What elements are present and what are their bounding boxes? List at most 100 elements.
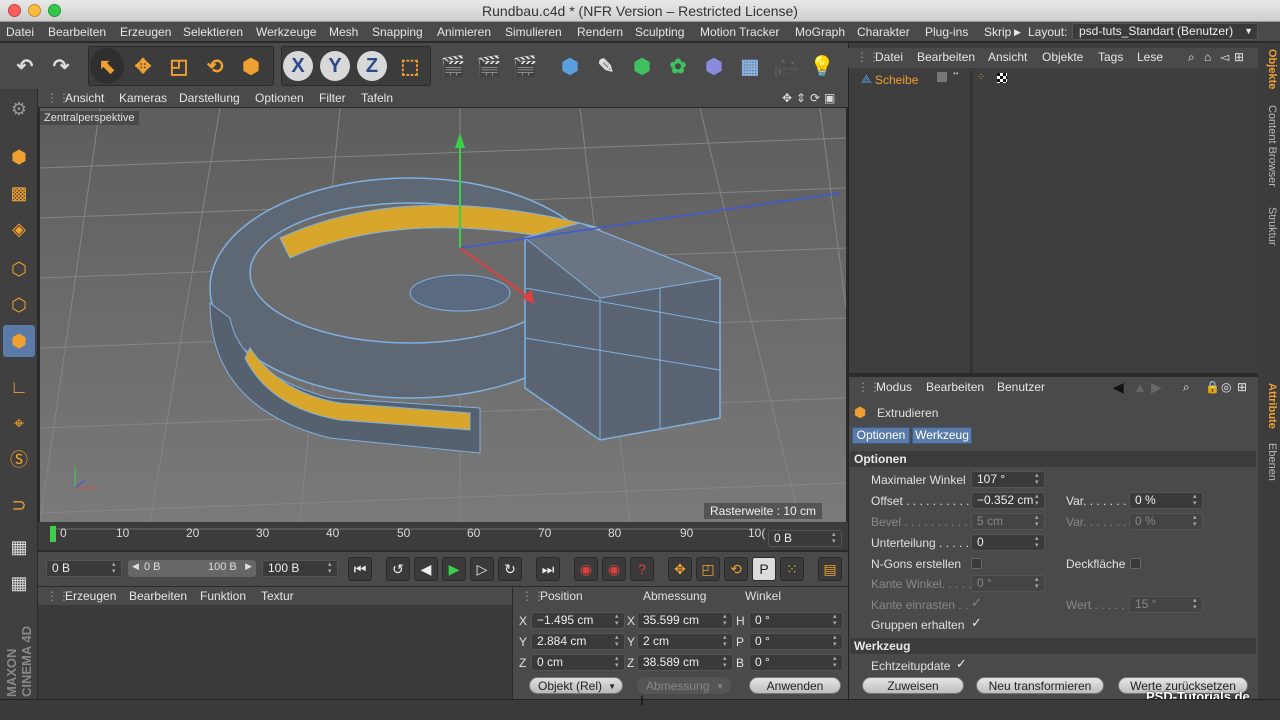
layout-select[interactable]: psd-tuts_Standart (Benutzer) ▼ [1072,23,1258,40]
viewport-rotate-icon[interactable]: ⟳ [810,91,820,105]
position-z-field[interactable]: 0 cm [531,654,625,671]
search-icon[interactable]: ⌕ [1188,50,1195,65]
axis-mode-button[interactable]: ∟ [3,371,35,403]
tab-werkzeug[interactable]: Werkzeug [912,427,972,444]
menu-charakter[interactable]: Charakter [857,25,910,39]
back-arrow-icon[interactable]: ◀ [1113,379,1124,396]
attr-menu-bearbeiten[interactable]: Bearbeiten [926,380,984,394]
max-angle-field[interactable]: 107 ° [971,471,1045,488]
section-tool-header[interactable]: Werkzeug [850,638,1256,654]
assign-button[interactable]: Zuweisen [862,677,964,694]
material-menu-funktion[interactable]: Funktion [200,589,246,603]
rotation-p-field[interactable]: 0 ° [749,633,843,650]
zoom-window-button[interactable] [48,4,61,17]
keep-groups-checkmark-icon[interactable]: ✓ [971,615,982,631]
position-x-field[interactable]: −1.495 cm [531,612,625,629]
size-y-field[interactable]: 2 cm [637,633,733,650]
magnet-button[interactable]: ⊃ [3,489,35,521]
menu-selektieren[interactable]: Selektieren [183,25,243,39]
rotate-tool-button[interactable]: ⟲ [198,48,232,84]
lock-workplane-button[interactable]: ▦ [3,531,35,563]
object-menu-datei[interactable]: Datei [875,50,903,64]
layer-swatch-icon[interactable] [937,72,947,82]
menu-simulieren[interactable]: Simulieren [505,25,562,39]
light-button[interactable]: 💡 [805,48,839,84]
viewport-menu-darstellung[interactable]: Darstellung [179,91,240,105]
point-mode-button[interactable]: ⬡ [3,253,35,285]
object-menu-tags[interactable]: Tags [1098,50,1123,64]
back-icon[interactable]: ◅ [1220,50,1229,64]
object-name[interactable]: Scheibe [875,73,918,87]
menu-skript[interactable]: Skrip [984,25,1011,39]
tab-struktur[interactable]: Struktur [1260,207,1278,246]
z-axis-lock-button[interactable]: Z [357,51,387,81]
go-to-start-button[interactable]: ⏮ [348,557,372,581]
viewport-menu-kameras[interactable]: Kameras [119,91,167,105]
size-x-field[interactable]: 35.599 cm [637,612,733,629]
size-z-field[interactable]: 38.589 cm [637,654,733,671]
key-rotation-button[interactable]: ⟲ [724,557,748,581]
material-menu-erzeugen[interactable]: Erzeugen [65,589,116,603]
texture-tag-icon[interactable] [997,73,1007,83]
edge-snap-checkmark-icon[interactable]: ✓ [971,595,982,611]
coordinate-mode-select[interactable]: Objekt (Rel) ▼ [529,677,623,694]
section-options-header[interactable]: Optionen [850,451,1256,467]
array-button[interactable]: ✿ [661,48,695,84]
end-frame-field[interactable]: 100 B [262,560,338,577]
workplane-mode-button[interactable]: ◈ [3,213,35,245]
subdivision-field[interactable]: 0 [971,534,1045,551]
undo-button[interactable]: ↶ [8,48,42,84]
snap-button[interactable]: Ⓢ [3,443,35,475]
key-scale-button[interactable]: ◰ [696,557,720,581]
attr-menu-modus[interactable]: Modus [876,380,912,394]
texture-mode-button[interactable]: ▩ [3,177,35,209]
model-mode-button[interactable]: ⬢ [3,141,35,173]
x-axis-lock-button[interactable]: X [283,51,313,81]
range-slider[interactable]: ◀ 0 B 100 B ▶ [128,560,256,577]
object-menu-lesezeichen[interactable]: Lese [1137,50,1163,64]
redo-button[interactable]: ↷ [44,48,78,84]
viewport-maximize-icon[interactable]: ▣ [824,91,835,105]
edge-mode-button[interactable]: ⬡ [3,289,35,321]
start-frame-field[interactable]: 0 B [46,560,122,577]
tweak-mode-button[interactable]: ⌖ [3,407,35,439]
close-window-button[interactable] [8,4,21,17]
new-window-icon[interactable]: ⊞ [1234,50,1244,64]
key-pla-button[interactable]: ⁙ [780,557,804,581]
up-arrow-icon[interactable]: ▲ [1133,379,1147,395]
menu-datei[interactable]: Datei [6,25,34,39]
next-frame-button[interactable]: ▷ [470,557,494,581]
menu-overflow-arrow-icon[interactable]: ▶ [1014,27,1021,38]
spline-button[interactable]: ✎ [589,48,623,84]
material-menu-bearbeiten[interactable]: Bearbeiten [129,589,187,603]
rotation-h-field[interactable]: 0 ° [749,612,843,629]
value-field[interactable]: 15 ° [1129,596,1203,613]
cube-primitive-button[interactable]: ⬢ [553,48,587,84]
menu-animieren[interactable]: Animieren [437,25,491,39]
3d-viewport[interactable] [40,108,846,522]
floor-button[interactable]: ▦ [733,48,767,84]
menu-mograph[interactable]: MoGraph [795,25,845,39]
bevel-variation-field[interactable]: 0 % [1129,513,1203,530]
offset-variation-field[interactable]: 0 % [1129,492,1203,509]
tag-icon[interactable]: ⁘ [977,72,985,83]
nurbs-button[interactable]: ⬢ [625,48,659,84]
menu-mesh[interactable]: Mesh [329,25,358,39]
workplane-align-button[interactable]: ▦ [3,567,35,599]
lock-icon[interactable]: 🔒 [1205,380,1220,394]
object-row-scheibe[interactable]: ⟁ Scheibe •• ⁘ [849,70,1259,89]
object-menu-ansicht[interactable]: Ansicht [988,50,1027,64]
ngons-checkbox[interactable] [971,558,982,569]
rotation-b-field[interactable]: 0 ° [749,654,843,671]
search-icon[interactable]: ⌕ [1183,380,1190,395]
y-axis-lock-button[interactable]: Y [320,51,350,81]
current-frame-field[interactable]: 0 B [768,530,842,547]
autokey-button[interactable]: ◉ [602,557,626,581]
cap-checkbox[interactable] [1130,558,1141,569]
key-position-button[interactable]: ✥ [668,557,692,581]
realtime-update-checkmark-icon[interactable]: ✓ [956,656,967,672]
minimize-window-button[interactable] [28,4,41,17]
target-icon[interactable]: ◎ [1221,380,1231,394]
polygon-mode-button[interactable]: ⬢ [3,325,35,357]
menu-snapping[interactable]: Snapping [372,25,423,39]
